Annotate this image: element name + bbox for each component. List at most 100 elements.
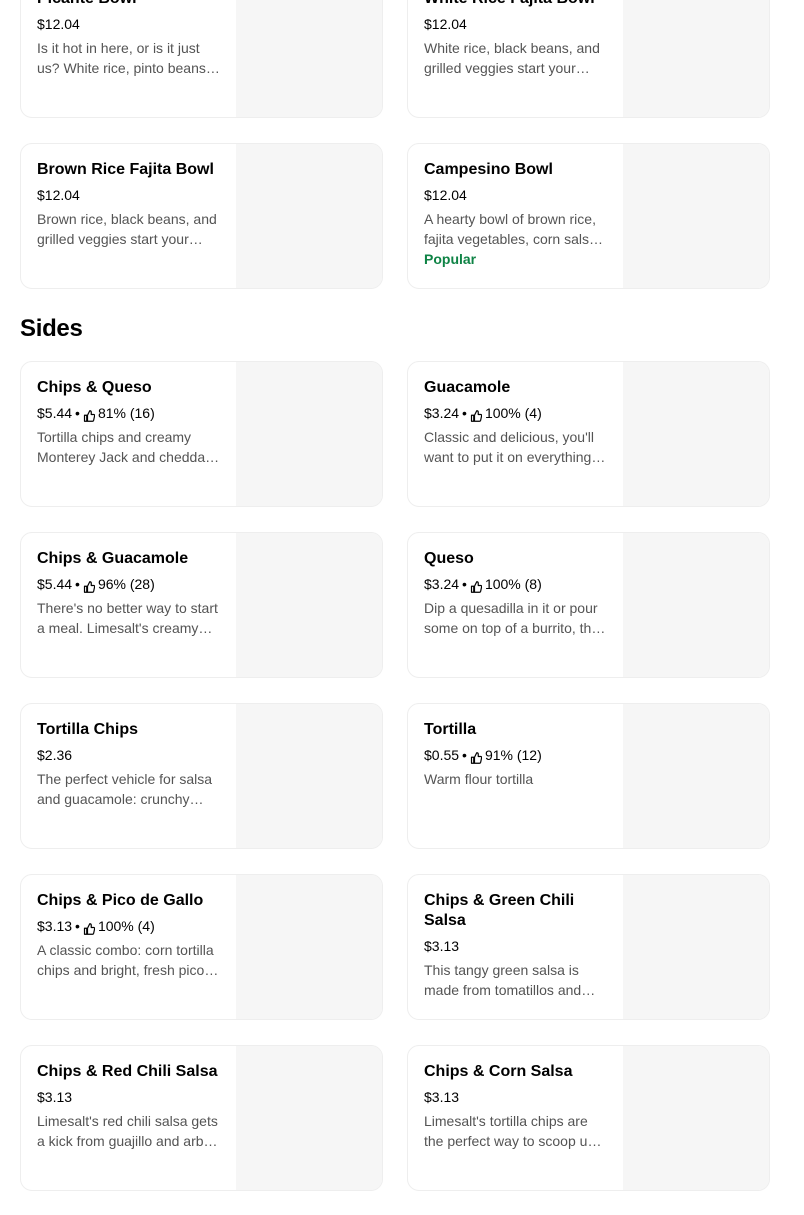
menu-item-description: White rice, black beans, and grilled veg… xyxy=(424,40,600,76)
menu-item-description: Tortilla chips and creamy Monterey Jack … xyxy=(37,429,210,465)
menu-item-title: Chips & Corn Salsa xyxy=(424,1063,573,1080)
menu-item-description: Dip a quesadilla in it or pour some on t… xyxy=(424,600,602,636)
menu-item-price: $3.13 xyxy=(37,918,73,934)
menu-item-price: $12.04 xyxy=(424,187,467,203)
menu-item-meta: $3.13 • 100% (4) xyxy=(37,916,221,936)
menu-item-card[interactable]: Tortilla Chips $2.36 The perfect vehicle f… xyxy=(20,703,383,849)
menu-item-meta: $12.04 xyxy=(424,185,608,205)
menu-item-info: Campesino Bowl $12.04 A hearty bowl of bro… xyxy=(424,160,608,269)
menu-item-description: A hearty bowl of brown rice, fajita vege… xyxy=(424,211,597,247)
section-title-sides: Sides xyxy=(20,315,83,342)
menu-item-card[interactable]: Chips & Queso $5.44 • 81% (16) Tortilla chip… xyxy=(20,361,383,507)
menu-item-image xyxy=(623,533,769,677)
menu-items-grid: Picante Bowl $12.04 Is it hot in here, or … xyxy=(20,0,770,289)
menu-item-image xyxy=(236,875,382,1019)
menu-item-title: Queso xyxy=(424,550,474,567)
menu-item-price: $12.04 xyxy=(37,16,80,32)
menu-item-card[interactable]: Chips & Red Chili Salsa $3.13 Limesalt's r… xyxy=(20,1045,383,1191)
menu-item-meta: $3.13 xyxy=(37,1087,221,1107)
menu-item-title: Guacamole xyxy=(424,379,511,396)
menu-item-title: Chips & Guacamole xyxy=(37,550,189,567)
menu-item-meta: $12.04 xyxy=(424,14,608,34)
menu-item-description: Classic and delicious, you'll want to pu… xyxy=(424,429,594,465)
menu-item-description: The perfect vehicle for salsa and guacam… xyxy=(37,771,213,807)
menu-item-price: $5.44 xyxy=(37,576,73,592)
menu-item-card[interactable]: White Rice Fajita Bowl $12.04 White rice, … xyxy=(407,0,770,118)
menu-item-image xyxy=(623,144,769,288)
menu-item-title: Chips & Red Chili Salsa xyxy=(37,1063,218,1080)
menu-item-card[interactable]: Chips & Green Chili Salsa $3.13 This tangy… xyxy=(407,874,770,1020)
menu-item-card[interactable]: Guacamole $3.24 • 100% (4) Classic and delic… xyxy=(407,361,770,507)
menu-item-image xyxy=(236,1046,382,1190)
menu-item-price: $5.44 xyxy=(37,405,73,421)
menu-item-meta: $3.13 xyxy=(424,936,608,956)
menu-item-image xyxy=(623,875,769,1019)
menu-item-title: Chips & Pico de Gallo xyxy=(37,892,204,909)
menu-item-meta: $2.36 xyxy=(37,745,221,765)
menu-item-price: $3.13 xyxy=(424,1089,460,1105)
menu-item-meta: $12.04 xyxy=(37,14,221,34)
menu-item-info: Queso $3.24 • 100% (8) Dip a quesadilla in i… xyxy=(424,549,608,638)
menu-item-image xyxy=(236,0,382,117)
menu-item-card[interactable]: Tortilla $0.55 • 91% (12) Warm flour tortill… xyxy=(407,703,770,849)
menu-item-info: Picante Bowl $12.04 Is it hot in here, or … xyxy=(37,0,221,78)
menu-item-image xyxy=(623,704,769,848)
menu-item-description: Warm flour tortilla xyxy=(424,771,534,787)
menu-item-title: Tortilla Chips xyxy=(37,721,139,738)
thumbs-up-icon xyxy=(470,749,483,764)
separator-dot: • xyxy=(462,576,467,592)
menu-item-description: This tangy green salsa is made from toma… xyxy=(424,962,582,998)
menu-item-info: Tortilla Chips $2.36 The perfect vehicle f… xyxy=(37,720,221,809)
menu-item-info: Chips & Queso $5.44 • 81% (16) Tortilla chip… xyxy=(37,378,221,467)
menu-item-price: $12.04 xyxy=(424,16,467,32)
menu-item-card[interactable]: Picante Bowl $12.04 Is it hot in here, or … xyxy=(20,0,383,118)
menu-item-rating: 100% (4) xyxy=(484,405,542,421)
separator-dot: • xyxy=(462,405,467,421)
menu-item-info: Chips & Green Chili Salsa $3.13 This tangy… xyxy=(424,891,608,1000)
menu-item-title: Chips & Green Chili Salsa xyxy=(424,892,575,929)
menu-item-meta: $5.44 • 96% (28) xyxy=(37,574,221,594)
separator-dot: • xyxy=(462,747,467,763)
thumbs-up-icon xyxy=(83,578,96,593)
menu-item-card[interactable]: Chips & Pico de Gallo $3.13 • 100% (4) A cla… xyxy=(20,874,383,1020)
menu-item-rating: 100% (4) xyxy=(97,918,155,934)
menu-item-card[interactable]: Campesino Bowl $12.04 A hearty bowl of bro… xyxy=(407,143,770,289)
thumbs-up-icon xyxy=(470,578,483,593)
menu-item-meta: $12.04 xyxy=(37,185,221,205)
menu-item-title: Picante Bowl xyxy=(37,0,221,9)
menu-item-title: Brown Rice Fajita Bowl xyxy=(37,161,214,178)
menu-item-image xyxy=(623,362,769,506)
menu-item-meta: $5.44 • 81% (16) xyxy=(37,403,221,423)
menu-item-price: $3.13 xyxy=(424,938,460,954)
menu-item-card[interactable]: Chips & Guacamole $5.44 • 96% (28) There's n… xyxy=(20,532,383,678)
menu-item-description: A classic combo: corn tortilla chips and… xyxy=(37,942,214,978)
menu-item-rating: 96% (28) xyxy=(97,576,155,592)
menu-item-price: $3.13 xyxy=(37,1089,73,1105)
menu-item-image xyxy=(236,533,382,677)
menu-item-image xyxy=(236,704,382,848)
menu-item-card[interactable]: Brown Rice Fajita Bowl $12.04 Brown rice, … xyxy=(20,143,383,289)
menu-item-title: Chips & Queso xyxy=(37,379,152,396)
menu-item-image xyxy=(236,362,382,506)
menu-item-info: Chips & Guacamole $5.44 • 96% (28) There's n… xyxy=(37,549,221,638)
menu-item-price: $3.24 xyxy=(424,576,460,592)
menu-item-image xyxy=(623,0,769,117)
separator-dot: • xyxy=(75,918,80,934)
menu-item-description: Brown rice, black beans, and grilled veg… xyxy=(37,211,217,247)
menu-item-meta: $3.24 • 100% (8) xyxy=(424,574,608,594)
thumbs-up-icon xyxy=(83,920,96,935)
menu-item-card[interactable]: Queso $3.24 • 100% (8) Dip a quesadilla in i… xyxy=(407,532,770,678)
thumbs-up-icon xyxy=(83,407,96,422)
menu-item-title: White Rice Fajita Bowl xyxy=(424,0,608,9)
menu-item-meta: $3.13 xyxy=(424,1087,608,1107)
menu-item-info: Chips & Pico de Gallo $3.13 • 100% (4) A cla… xyxy=(37,891,221,980)
menu-item-rating: 91% (12) xyxy=(484,747,542,763)
thumbs-up-icon xyxy=(470,407,483,422)
menu-item-price: $12.04 xyxy=(37,187,80,203)
menu-item-info: Tortilla $0.55 • 91% (12) Warm flour tortill… xyxy=(424,720,608,789)
menu-item-image xyxy=(623,1046,769,1190)
menu-item-image xyxy=(236,144,382,288)
menu-item-rating: 100% (8) xyxy=(484,576,542,592)
menu-item-card[interactable]: Chips & Corn Salsa $3.13 Limesalt's tortil… xyxy=(407,1045,770,1191)
separator-dot: • xyxy=(75,576,80,592)
